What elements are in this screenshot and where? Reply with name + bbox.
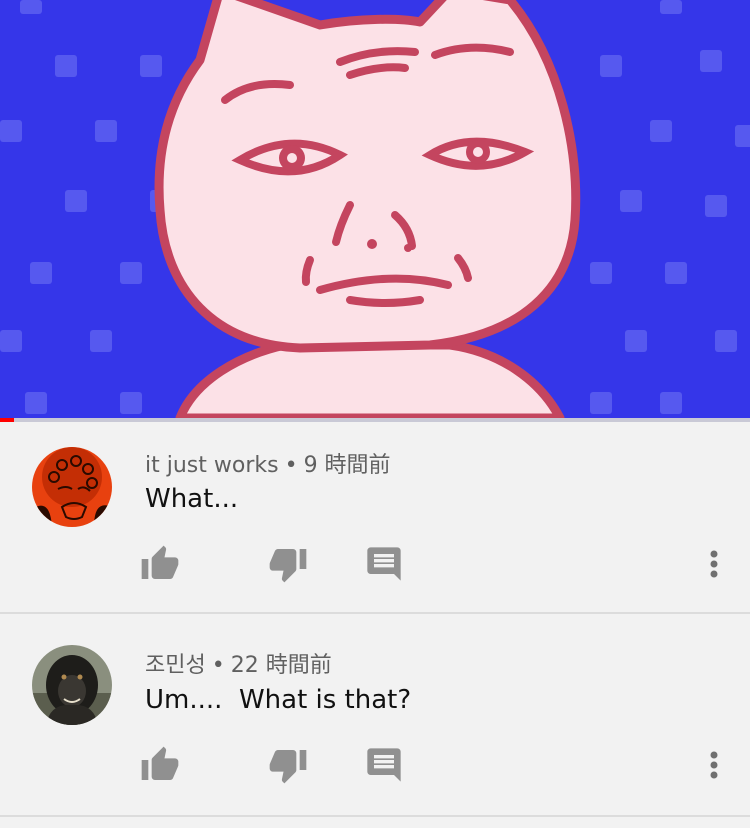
more-vert-icon bbox=[710, 751, 718, 779]
reply-button[interactable] bbox=[364, 544, 404, 584]
dislike-button[interactable] bbox=[268, 745, 308, 785]
dislike-button[interactable] bbox=[268, 544, 308, 584]
comment-author[interactable]: 조민성 bbox=[145, 653, 206, 678]
comment-time: 9 時間前 bbox=[303, 453, 391, 478]
more-options-button[interactable] bbox=[700, 745, 728, 785]
video-frame[interactable] bbox=[0, 0, 750, 418]
thumbs-down-icon bbox=[269, 549, 307, 583]
reply-icon bbox=[367, 547, 401, 581]
divider bbox=[0, 612, 750, 614]
cartoon-face-avatar-icon bbox=[32, 447, 112, 527]
like-button[interactable] bbox=[140, 745, 180, 785]
comment-item: it just works • 9 時間前 What... bbox=[0, 422, 750, 622]
comment-item: 조민성 • 22 時間前 Um.... What is that? bbox=[0, 615, 750, 815]
more-vert-icon bbox=[710, 550, 718, 578]
cat-face-illustration bbox=[0, 0, 750, 418]
avatar[interactable] bbox=[32, 645, 112, 725]
comment-author[interactable]: it just works bbox=[145, 453, 279, 478]
gorilla-avatar-icon bbox=[32, 645, 112, 725]
thumbs-up-icon bbox=[141, 746, 179, 780]
meta-separator: • bbox=[211, 653, 225, 678]
meta-separator: • bbox=[284, 453, 298, 478]
like-button[interactable] bbox=[140, 544, 180, 584]
comment-meta: 조민성 • 22 時間前 bbox=[145, 647, 332, 679]
thumbs-down-icon bbox=[269, 750, 307, 784]
more-options-button[interactable] bbox=[700, 544, 728, 584]
reply-button[interactable] bbox=[364, 745, 404, 785]
thumbs-up-icon bbox=[141, 545, 179, 579]
divider bbox=[0, 815, 750, 817]
reply-icon bbox=[367, 748, 401, 782]
avatar[interactable] bbox=[32, 447, 112, 527]
comment-text: What... bbox=[145, 484, 239, 514]
comment-time: 22 時間前 bbox=[230, 653, 332, 678]
comment-meta: it just works • 9 時間前 bbox=[145, 447, 391, 479]
comment-text: Um.... What is that? bbox=[145, 685, 412, 715]
